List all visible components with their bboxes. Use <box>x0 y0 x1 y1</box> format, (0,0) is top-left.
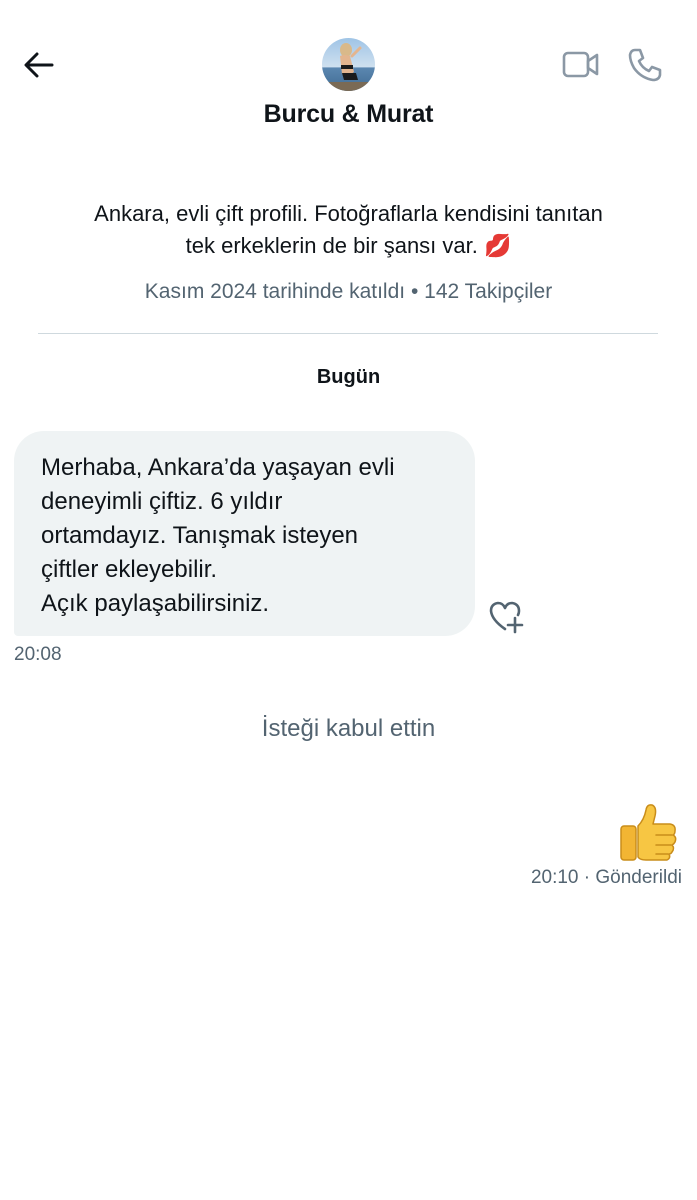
delivery-status: · Gönderildi <box>583 867 682 888</box>
video-camera-icon <box>562 51 599 78</box>
message-line: deneyimli çiftiz. 6 yıldır <box>41 488 283 515</box>
message-line: ortamdayız. Tanışmak isteyen <box>41 522 359 549</box>
incoming-message-bubble[interactable]: Merhaba, Ankara’da yaşayan evli deneyiml… <box>14 431 475 636</box>
conversation-title[interactable]: Burcu & Murat <box>0 100 697 129</box>
joined-date: Kasım 2024 tarihinde katıldı <box>144 280 406 303</box>
video-call-button[interactable] <box>561 48 601 82</box>
avatar[interactable] <box>322 38 375 91</box>
message-timestamp: 20:08 <box>14 644 62 665</box>
profile-bio-line: Ankara, evli çift profili. Fotoğraflarla… <box>94 201 603 226</box>
meta-separator: • <box>410 280 419 303</box>
phone-icon <box>628 48 662 82</box>
outgoing-message-emoji[interactable] <box>616 802 680 862</box>
voice-call-button[interactable] <box>626 46 664 84</box>
arrow-left-icon <box>24 52 54 78</box>
message-timestamp: 20:10 <box>530 867 579 888</box>
profile-bio-line: tek erkeklerin de bir şansı var. 💋 <box>185 233 512 258</box>
thumbs-up-icon <box>620 804 677 861</box>
divider <box>38 333 658 334</box>
message-line: Merhaba, Ankara’da yaşayan evli <box>41 454 395 481</box>
add-reaction-button[interactable] <box>488 600 526 634</box>
request-accepted-notice: İsteği kabul ettin <box>261 715 436 742</box>
profile-meta: Kasım 2024 tarihinde katıldı • 142 Takip… <box>0 280 697 304</box>
day-separator: Bugün <box>316 366 381 388</box>
followers-count[interactable]: 142 Takipçiler <box>424 280 552 303</box>
heart-plus-icon <box>489 601 524 634</box>
message-line: Açık paylaşabilirsiniz. <box>41 590 270 617</box>
profile-bio: Ankara, evli çift profili. Fotoğraflarla… <box>30 198 667 262</box>
message-line: çiftler ekleyebilir. <box>41 556 218 583</box>
back-button[interactable] <box>22 48 56 82</box>
outgoing-message-meta: 20:10 · Gönderildi <box>531 867 682 889</box>
